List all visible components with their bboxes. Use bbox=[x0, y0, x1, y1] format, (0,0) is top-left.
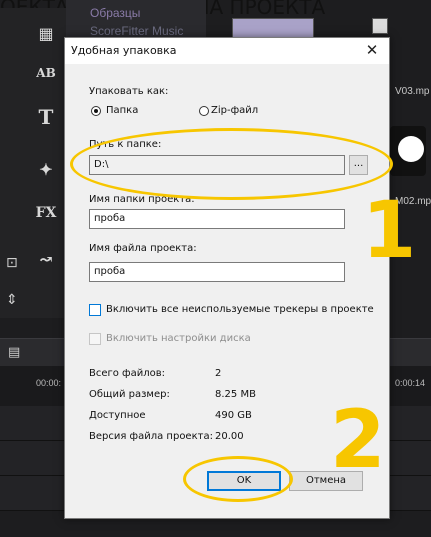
project-file-label: Имя файла проекта: bbox=[89, 243, 197, 254]
audio-thumbnail[interactable] bbox=[390, 126, 426, 176]
timeline-view-icon[interactable]: ▤ bbox=[8, 345, 20, 360]
dialog-title: Удобная упаковка bbox=[71, 44, 177, 57]
library-item-scorefitter[interactable]: ScoreFitter Music bbox=[90, 24, 183, 38]
project-file-input[interactable]: проба bbox=[89, 262, 345, 282]
stat-value: 8.25 MB bbox=[215, 389, 256, 400]
clip-label: V03.mp bbox=[395, 86, 430, 97]
stat-value: 20.00 bbox=[215, 431, 244, 442]
path-icon[interactable]: ↝ bbox=[34, 248, 58, 270]
folder-radio-label[interactable]: Папка bbox=[106, 105, 138, 116]
ruler-start-label: 00:00: bbox=[36, 378, 62, 388]
folder-path-label: Путь к папке: bbox=[89, 139, 162, 150]
stat-label: Всего файлов: bbox=[89, 368, 166, 379]
media-icon[interactable]: ▦ bbox=[34, 22, 58, 44]
text-icon[interactable]: T bbox=[34, 105, 58, 129]
stat-value: 2 bbox=[215, 368, 222, 379]
include-trackers-label[interactable]: Включить все неиспользуемые трекеры в пр… bbox=[106, 304, 374, 315]
ruler-end-label: 0:00:14 bbox=[395, 378, 426, 388]
disk-settings-checkbox bbox=[89, 333, 101, 345]
title-ab-icon[interactable]: AB bbox=[34, 62, 58, 84]
ok-button[interactable]: OK bbox=[207, 471, 281, 491]
project-folder-label: Имя папки проекта: bbox=[89, 194, 195, 205]
folder-radio[interactable] bbox=[91, 106, 101, 116]
media-thumbnail[interactable] bbox=[232, 18, 314, 38]
transition-icon[interactable]: ✦ bbox=[34, 158, 58, 180]
crop-icon[interactable]: ⊡ bbox=[6, 255, 20, 275]
step-number-1: 1 bbox=[362, 186, 417, 276]
dialog-titlebar[interactable]: Удобная упаковка ✕ bbox=[65, 38, 389, 64]
project-folder-input[interactable]: проба bbox=[89, 209, 345, 229]
library-item-samples[interactable]: Образцы bbox=[90, 6, 140, 20]
zip-radio[interactable] bbox=[199, 106, 209, 116]
fx-icon[interactable]: FX bbox=[34, 202, 58, 224]
stat-label: Доступное bbox=[89, 410, 146, 421]
folder-path-field[interactable]: D:\ bbox=[89, 155, 345, 175]
pack-as-label: Упаковать как: bbox=[89, 86, 169, 97]
zip-radio-label[interactable]: Zip-файл bbox=[211, 105, 258, 116]
stat-label: Версия файла проекта: bbox=[89, 431, 213, 442]
disc-icon bbox=[398, 136, 424, 162]
stat-value: 490 GB bbox=[215, 410, 252, 421]
include-trackers-checkbox[interactable] bbox=[89, 304, 101, 316]
disk-settings-label: Включить настройки диска bbox=[106, 333, 251, 344]
stepper-icon[interactable]: ⇕ bbox=[6, 292, 20, 312]
close-icon[interactable]: ✕ bbox=[363, 41, 381, 59]
step-number-2: 2 bbox=[330, 393, 386, 486]
media-thumbnail-icon[interactable] bbox=[372, 18, 388, 34]
stat-label: Общий размер: bbox=[89, 389, 170, 400]
browse-button[interactable]: ... bbox=[349, 155, 368, 175]
